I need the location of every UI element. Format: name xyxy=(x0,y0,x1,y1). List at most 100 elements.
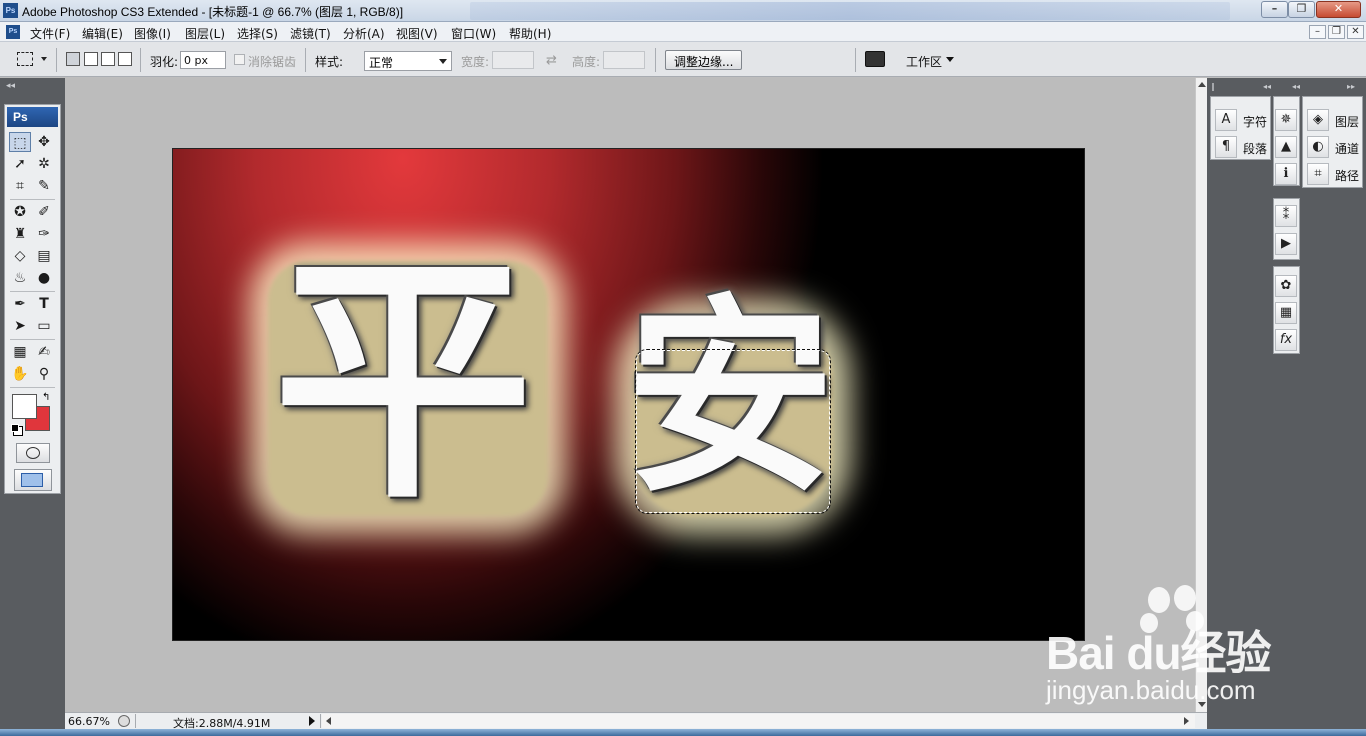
width-input[interactable] xyxy=(492,51,534,69)
doc-close-button[interactable]: ✕ xyxy=(1347,25,1364,39)
dodge-tool-icon[interactable]: ● xyxy=(33,268,55,288)
history-brush-tool-icon[interactable]: ✑ xyxy=(33,224,55,244)
status-menu-arrow-icon[interactable] xyxy=(309,716,315,726)
new-selection-icon[interactable] xyxy=(66,52,80,66)
layers-panel-tab[interactable]: ◈ 图层 xyxy=(1305,109,1362,131)
menu-filter[interactable]: 滤镜(T) xyxy=(290,25,331,42)
collapse-panel-icon[interactable]: ◂◂ xyxy=(1292,82,1300,91)
antialias-label: 消除锯齿 xyxy=(248,55,297,69)
slice-tool-icon[interactable]: ✎ xyxy=(33,176,55,196)
add-to-selection-icon[interactable] xyxy=(84,52,98,66)
scroll-right-icon[interactable] xyxy=(1184,717,1189,725)
styles-fx-icon[interactable]: fx xyxy=(1275,329,1297,351)
document-icon[interactable]: Ps xyxy=(6,25,20,39)
screen-mode-button[interactable] xyxy=(14,469,52,491)
history-icon[interactable]: ⁑ xyxy=(1275,205,1297,227)
history-panel-group: ⁑ ▶ xyxy=(1273,198,1300,260)
eyedropper-tool-icon[interactable]: ✍ xyxy=(33,342,55,362)
notes-tool-icon[interactable]: ▦ xyxy=(9,342,31,362)
move-tool-icon[interactable]: ✥ xyxy=(33,132,55,152)
swatches-icon[interactable]: ▦ xyxy=(1275,302,1297,324)
histogram-icon[interactable]: ▲ xyxy=(1275,136,1297,158)
swap-dimensions-icon[interactable]: ⇄ xyxy=(546,53,557,68)
channels-panel-tab[interactable]: ◐ 通道 xyxy=(1305,136,1362,158)
foreground-color-swatch[interactable] xyxy=(12,394,37,419)
info-icon[interactable]: ℹ xyxy=(1275,163,1297,185)
workspace-menu[interactable]: 工作区 xyxy=(906,53,942,70)
intersect-selection-icon[interactable] xyxy=(118,52,132,66)
menu-image[interactable]: 图像(I) xyxy=(134,25,171,42)
subtract-selection-icon[interactable] xyxy=(101,52,115,66)
zoom-level[interactable]: 66.67% xyxy=(68,715,110,728)
style-select[interactable]: 正常 xyxy=(364,51,452,71)
menu-layer[interactable]: 图层(L) xyxy=(185,25,225,42)
vertical-scrollbar[interactable] xyxy=(1195,78,1207,712)
width-label: 宽度: xyxy=(461,55,490,69)
scroll-left-icon[interactable] xyxy=(326,717,331,725)
magic-wand-tool-icon[interactable]: ✲ xyxy=(33,154,55,174)
bridge-icon[interactable] xyxy=(865,51,885,67)
crop-tool-icon[interactable]: ⌗ xyxy=(9,176,31,196)
swap-colors-icon[interactable]: ↰ xyxy=(42,392,50,403)
tools-dock: ◂◂ Ps ⬚ ✥ ➚ ✲ ⌗ ✎ ✪ ✐ ♜ ✑ ◇ ▤ ♨ ● ✒ T ➤ … xyxy=(0,78,65,736)
hand-tool-icon[interactable]: ✋ xyxy=(9,364,31,384)
background-window-tabs xyxy=(470,2,1230,20)
navigator-icon[interactable]: ✵ xyxy=(1275,109,1297,131)
workspace-dropdown-icon[interactable] xyxy=(946,57,954,62)
horizontal-scrollbar[interactable] xyxy=(322,714,1195,728)
collapse-tools-icon[interactable]: ◂◂ xyxy=(6,81,15,91)
rect-marquee-tool-icon[interactable]: ⬚ xyxy=(9,132,31,152)
height-input[interactable] xyxy=(603,51,645,69)
styles-panel-group: ✿ ▦ fx xyxy=(1273,266,1300,354)
character-panel-tab[interactable]: A 字符 xyxy=(1213,109,1270,131)
menu-select[interactable]: 选择(S) xyxy=(237,25,278,42)
feather-input[interactable] xyxy=(180,51,226,69)
lasso-tool-icon[interactable]: ➚ xyxy=(9,154,31,174)
doc-minimize-button[interactable]: – xyxy=(1309,25,1326,39)
menu-help[interactable]: 帮助(H) xyxy=(509,25,551,42)
eraser-tool-icon[interactable]: ◇ xyxy=(9,246,31,266)
minimize-button[interactable]: – xyxy=(1261,1,1288,18)
menu-window[interactable]: 窗口(W) xyxy=(451,25,496,42)
default-colors-icon[interactable] xyxy=(11,424,19,432)
character-label: 字符 xyxy=(1243,115,1268,129)
preset-dropdown-icon[interactable] xyxy=(41,57,47,61)
expand-panel-icon[interactable]: ▸▸ xyxy=(1347,82,1355,91)
toolbox-panel: Ps ⬚ ✥ ➚ ✲ ⌗ ✎ ✪ ✐ ♜ ✑ ◇ ▤ ♨ ● ✒ T ➤ ▭ ▦… xyxy=(4,104,61,494)
refine-edge-button[interactable]: 调整边缘... xyxy=(665,50,743,70)
quick-mask-button[interactable] xyxy=(16,443,50,463)
menu-edit[interactable]: 编辑(E) xyxy=(82,25,123,42)
scroll-down-icon[interactable] xyxy=(1198,702,1206,707)
menu-view[interactable]: 视图(V) xyxy=(396,25,438,42)
marquee-tool-preset-icon[interactable] xyxy=(17,52,33,66)
close-button[interactable]: ✕ xyxy=(1316,1,1361,18)
clone-stamp-tool-icon[interactable]: ♜ xyxy=(9,224,31,244)
doc-restore-button[interactable]: ❐ xyxy=(1328,25,1345,39)
type-tool-icon[interactable]: T xyxy=(33,294,55,314)
shape-tool-icon[interactable]: ▭ xyxy=(33,316,55,336)
document-workspace[interactable]: 平 安 xyxy=(65,78,1195,712)
scroll-up-icon[interactable] xyxy=(1198,82,1206,87)
paragraph-panel-tab[interactable]: ¶ 段落 xyxy=(1213,136,1270,158)
options-bar: 羽化: 消除锯齿 样式: 正常 宽度: ⇄ 高度: 调整边缘... 工作区 xyxy=(0,42,1366,77)
menu-file[interactable]: 文件(F) xyxy=(30,25,70,42)
brush-tool-icon[interactable]: ✐ xyxy=(33,202,55,222)
actions-icon[interactable]: ▶ xyxy=(1275,233,1297,255)
photoshop-app-icon: Ps xyxy=(3,3,18,18)
antialias-checkbox[interactable] xyxy=(234,54,245,65)
panel-grip-icon[interactable]: ‖ xyxy=(1211,82,1215,91)
healing-brush-tool-icon[interactable]: ✪ xyxy=(9,202,31,222)
zoom-preview-icon[interactable] xyxy=(118,715,130,727)
document-canvas[interactable]: 平 安 xyxy=(172,148,1085,641)
collapse-panel-icon[interactable]: ◂◂ xyxy=(1263,82,1271,91)
menu-analysis[interactable]: 分析(A) xyxy=(343,25,385,42)
pen-tool-icon[interactable]: ✒ xyxy=(9,294,31,314)
blur-tool-icon[interactable]: ♨ xyxy=(9,268,31,288)
paths-panel-tab[interactable]: ⌗ 路径 xyxy=(1305,163,1362,185)
gradient-tool-icon[interactable]: ▤ xyxy=(33,246,55,266)
color-palette-icon[interactable]: ✿ xyxy=(1275,275,1297,297)
restore-button[interactable]: ❐ xyxy=(1288,1,1315,18)
zoom-tool-icon[interactable]: ⚲ xyxy=(33,364,55,384)
path-selection-tool-icon[interactable]: ➤ xyxy=(9,316,31,336)
character-icon: A xyxy=(1215,109,1237,131)
